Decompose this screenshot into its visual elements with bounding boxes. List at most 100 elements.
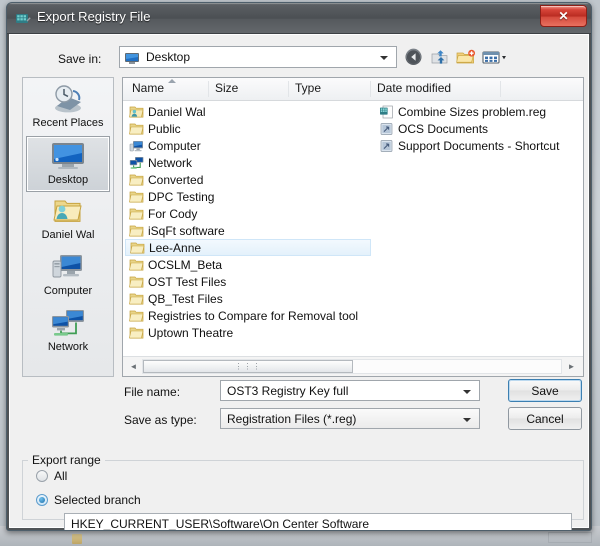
- shortcut-icon: [378, 121, 394, 137]
- radio-all[interactable]: All: [36, 469, 67, 483]
- list-item-label: iSqFt software: [148, 223, 225, 238]
- list-item[interactable]: Converted: [125, 171, 371, 188]
- folder-icon: [128, 291, 144, 307]
- scrollbar-thumb[interactable]: ⋮⋮⋮: [143, 360, 353, 373]
- export-range-group: [22, 460, 584, 520]
- list-item[interactable]: Daniel Wal: [125, 103, 371, 120]
- folder-icon: [128, 121, 144, 137]
- list-item[interactable]: QB_Test Files: [125, 290, 371, 307]
- list-item[interactable]: DPC Testing: [125, 188, 371, 205]
- title-bar[interactable]: Export Registry File ✕: [7, 3, 591, 34]
- radio-selected-branch[interactable]: Selected branch: [36, 493, 141, 507]
- list-item-label: Computer: [148, 138, 201, 153]
- save-in-value: Desktop: [146, 50, 191, 64]
- folder-icon: [129, 240, 145, 256]
- save-button[interactable]: Save: [508, 379, 582, 402]
- list-item-label: Public: [148, 121, 181, 136]
- file-name-value: OST3 Registry Key full: [227, 384, 349, 398]
- file-list-body: Daniel Wal Public Computer Network Conve…: [123, 101, 583, 357]
- save-button-label: Save: [531, 383, 559, 398]
- shortcut-icon: [378, 138, 394, 154]
- place-label: Desktop: [47, 174, 89, 186]
- chevron-down-icon[interactable]: [463, 390, 471, 394]
- list-item[interactable]: Network: [125, 154, 371, 171]
- cancel-button-label: Cancel: [526, 411, 564, 426]
- network-icon: [128, 155, 144, 171]
- branch-path-input[interactable]: HKEY_CURRENT_USER\Software\On Center Sof…: [64, 513, 572, 530]
- registry-file-icon: [378, 104, 394, 120]
- scrollbar-track[interactable]: ⋮⋮⋮: [142, 359, 562, 374]
- folder-icon: [128, 274, 144, 290]
- list-item-label: For Cody: [148, 206, 198, 221]
- place-recent-places[interactable]: Recent Places: [26, 80, 110, 136]
- list-item[interactable]: Uptown Theatre: [125, 324, 371, 341]
- list-item-label: Support Documents - Shortcut: [398, 138, 560, 153]
- place-label: Daniel Wal: [41, 229, 95, 241]
- list-item-label: OCS Documents: [398, 121, 489, 136]
- place-label: Computer: [43, 285, 93, 297]
- new-folder-button[interactable]: [455, 47, 476, 67]
- place-network[interactable]: Network: [26, 304, 110, 360]
- list-item[interactable]: Support Documents - Shortcut: [375, 137, 581, 154]
- list-item[interactable]: Combine Sizes problem.reg: [375, 103, 581, 120]
- list-item-label: Daniel Wal: [148, 104, 206, 119]
- list-item[interactable]: OCS Documents: [375, 120, 581, 137]
- column-header-label: Type: [295, 81, 322, 95]
- column-header-date-modified[interactable]: Date modified: [370, 81, 500, 97]
- list-item-label: Lee-Anne: [149, 240, 202, 255]
- screen: Export Registry File ✕ Save in: Desktop: [0, 0, 600, 546]
- registry-editor-icon: [15, 10, 31, 26]
- column-header-name[interactable]: Name: [126, 79, 208, 97]
- places-bar: Recent Places Desktop Daniel Wal Compute…: [22, 77, 114, 377]
- back-button[interactable]: [403, 47, 424, 67]
- column-header-label: Size: [215, 81, 239, 95]
- place-label: Recent Places: [32, 117, 104, 129]
- column-header-spacer: [500, 81, 583, 97]
- list-item[interactable]: Registries to Compare for Removal tool: [125, 307, 371, 324]
- list-item-label: OST Test Files: [148, 274, 227, 289]
- list-item-label: Combine Sizes problem.reg: [398, 104, 547, 119]
- list-item[interactable]: OST Test Files: [125, 273, 371, 290]
- place-daniel-wal[interactable]: Daniel Wal: [26, 192, 110, 248]
- list-item-label: Converted: [148, 172, 204, 187]
- desktop-monitor-icon: [124, 50, 140, 71]
- scroll-right-icon[interactable]: ►: [564, 359, 579, 374]
- place-label: Network: [47, 341, 89, 353]
- scroll-left-icon[interactable]: ◄: [126, 359, 141, 374]
- export-registry-file-dialog: Export Registry File ✕ Save in: Desktop: [6, 2, 592, 531]
- save-as-type-dropdown[interactable]: Registration Files (*.reg): [220, 408, 480, 429]
- up-one-level-button[interactable]: [429, 47, 450, 67]
- list-item[interactable]: For Cody: [125, 205, 371, 222]
- save-as-type-value: Registration Files (*.reg): [227, 412, 357, 426]
- place-desktop[interactable]: Desktop: [26, 136, 110, 192]
- list-item[interactable]: Computer: [125, 137, 371, 154]
- folder-icon: [128, 223, 144, 239]
- column-header-label: Date modified: [377, 81, 452, 95]
- close-button[interactable]: ✕: [540, 5, 587, 27]
- list-item[interactable]: iSqFt software: [125, 222, 371, 239]
- radio-button: [36, 494, 48, 506]
- computer-icon: [128, 138, 144, 154]
- chevron-down-icon[interactable]: [463, 418, 471, 422]
- column-header-type[interactable]: Type: [288, 81, 370, 97]
- sort-ascending-icon: [168, 79, 176, 83]
- folder-icon: [128, 206, 144, 222]
- list-item-label: Registries to Compare for Removal tool: [148, 308, 359, 323]
- column-header-size[interactable]: Size: [208, 81, 288, 97]
- list-item[interactable]: Lee-Anne: [125, 239, 371, 256]
- views-button[interactable]: [481, 47, 511, 67]
- list-item[interactable]: OCSLM_Beta: [125, 256, 371, 273]
- save-in-dropdown[interactable]: Desktop: [119, 46, 397, 68]
- radio-label: Selected branch: [54, 493, 141, 507]
- file-name-input[interactable]: OST3 Registry Key full: [220, 380, 480, 401]
- place-computer[interactable]: Computer: [26, 248, 110, 304]
- list-item[interactable]: Public: [125, 120, 371, 137]
- radio-label: All: [54, 469, 68, 483]
- horizontal-scrollbar[interactable]: ◄ ⋮⋮⋮ ►: [123, 356, 583, 376]
- user-folder-icon: [128, 104, 144, 120]
- network-icon: [26, 306, 110, 340]
- radio-button: [36, 470, 48, 482]
- cancel-button[interactable]: Cancel: [508, 407, 582, 430]
- column-header-label: Name: [132, 81, 165, 95]
- desktop-icon: [27, 139, 109, 173]
